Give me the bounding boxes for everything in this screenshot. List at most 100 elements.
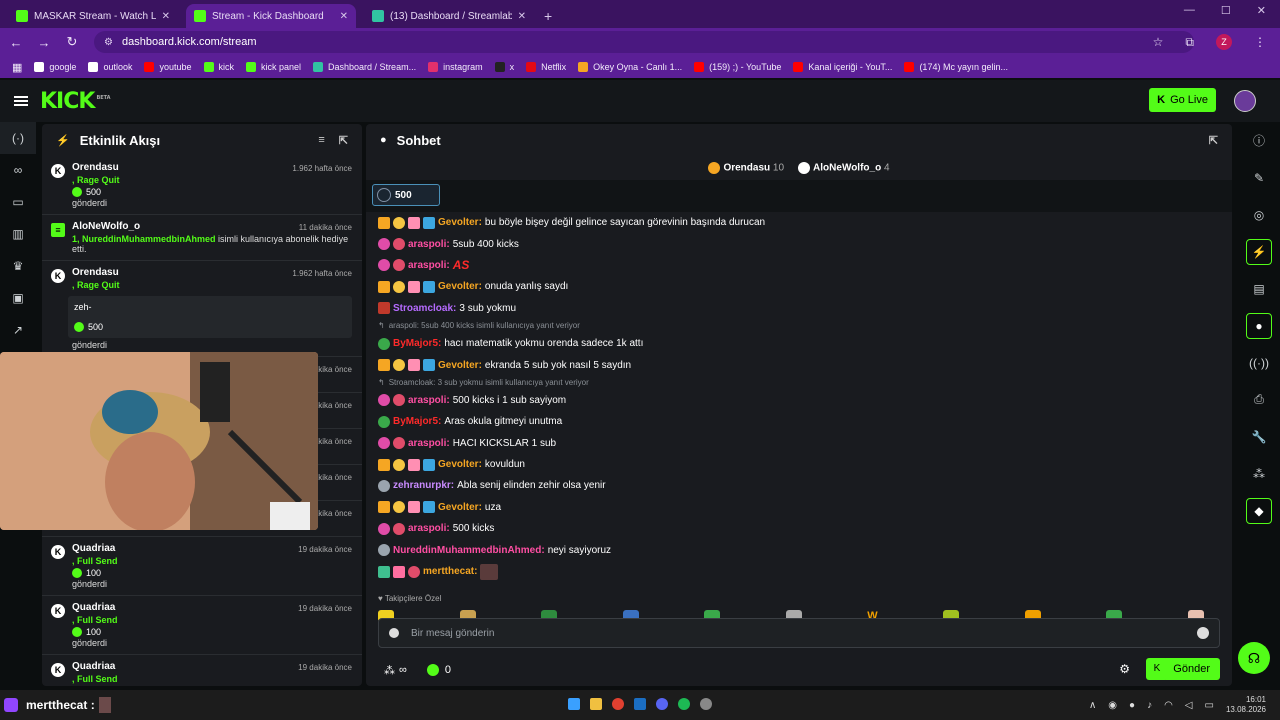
bookmark-item[interactable]: Netflix	[526, 62, 566, 72]
chat-username[interactable]: Gevolter:	[438, 360, 482, 371]
popout-icon[interactable]: ⇱	[339, 134, 348, 147]
chat-username[interactable]: araspoli:	[408, 239, 450, 250]
bookmark-item[interactable]: Dashboard / Stream...	[313, 62, 416, 72]
bookmark-item[interactable]: Kanal içeriği - YouT...	[793, 62, 892, 72]
chart-nav-icon[interactable]: ↗	[0, 314, 36, 346]
tag-toggle[interactable]: ◆	[1238, 492, 1280, 529]
start-icon[interactable]	[568, 698, 580, 710]
chat-username[interactable]: ByMajor5:	[393, 338, 441, 349]
battery-icon[interactable]: ▭	[1205, 700, 1214, 711]
volume-icon[interactable]: ◁	[1185, 700, 1193, 711]
menu-dots-icon[interactable]: ⋮	[1254, 35, 1266, 49]
popout-chat-icon[interactable]: ⇱	[1209, 134, 1218, 147]
close-tab-icon[interactable]: ✕	[518, 11, 526, 22]
printer-icon[interactable]: ⎙	[1238, 381, 1280, 418]
chat-toggle[interactable]: ●	[1238, 307, 1280, 344]
top-donor[interactable]: Orendasu 10	[708, 162, 784, 174]
steam-icon[interactable]	[634, 698, 646, 710]
browser-tab[interactable]: MASKAR Stream - Watch Live o ✕	[8, 4, 178, 28]
chat-message[interactable]: zehranurpkr: Abla senij elinden zehir ols…	[378, 475, 1218, 496]
stream-nav-icon[interactable]: (·)	[0, 122, 36, 154]
chat-settings-icon[interactable]: ⚙	[1119, 662, 1130, 676]
extensions-icon[interactable]: ⧉	[1185, 35, 1194, 50]
bookmark-star-icon[interactable]: ☆	[1153, 35, 1164, 49]
link-nav-icon[interactable]: ∞	[0, 154, 36, 186]
points-icon[interactable]: ⁂	[384, 664, 395, 677]
bookmark-item[interactable]: kick	[203, 62, 234, 72]
chat-message[interactable]: araspoli: 5sub 400 kicks	[378, 233, 1218, 254]
media-nav-icon[interactable]: ▣	[0, 282, 36, 314]
user-avatar[interactable]	[1234, 90, 1256, 112]
discord-icon[interactable]	[656, 698, 668, 710]
bookmark-item[interactable]: google	[34, 62, 76, 72]
send-button[interactable]: Gönder	[1163, 658, 1220, 680]
browser-tab[interactable]: (13) Dashboard / Streamlabs ✕	[364, 4, 534, 28]
chat-message[interactable]: araspoli: 500 kicks i 1 sub sayiyom	[378, 390, 1218, 411]
info-icon[interactable]: ⓘ	[1238, 122, 1280, 159]
wrench-icon[interactable]: 🔧	[1238, 418, 1280, 455]
capture-icon[interactable]: ◎	[1238, 196, 1280, 233]
filter-icon[interactable]: ≡	[318, 134, 324, 147]
broadcast-icon[interactable]: ((·))	[1238, 344, 1280, 381]
forward-icon[interactable]: →	[32, 35, 56, 50]
chat-message[interactable]: Gevolter: uza	[378, 497, 1218, 518]
clock[interactable]: 16:01 13.08.2026	[1226, 695, 1266, 715]
chat-username[interactable]: Gevolter:	[438, 281, 482, 292]
pinned-kicks-badge[interactable]: 500	[372, 184, 440, 206]
bookmark-item[interactable]: instagram	[428, 62, 483, 72]
new-tab-icon[interactable]: +	[544, 4, 552, 28]
spotify-icon[interactable]	[678, 698, 690, 710]
trophy-nav-icon[interactable]: ♛	[0, 250, 36, 282]
bookmark-item[interactable]: (174) Mc yayın gelin...	[904, 62, 1008, 72]
bookmark-item[interactable]: outlook	[88, 62, 132, 72]
minimize-icon[interactable]: —	[1184, 4, 1195, 17]
chat-message[interactable]: Gevolter: kovuldun	[378, 454, 1218, 475]
emoji-icon[interactable]	[1197, 627, 1209, 639]
app-tray-icon[interactable]: ●	[1129, 700, 1135, 711]
analytics-nav-icon[interactable]: ▥	[0, 218, 36, 250]
mic-icon[interactable]: ♪	[1147, 700, 1152, 711]
profile-avatar[interactable]: Z	[1216, 34, 1232, 50]
support-button[interactable]: ☊	[1238, 642, 1270, 674]
chat-message[interactable]: araspoli: AS	[378, 255, 1218, 276]
kick-logo[interactable]: KICK BETA	[40, 89, 111, 114]
chat-message[interactable]: ByMajor5: hacı matematik yokmu orenda sad…	[378, 333, 1218, 354]
chat-message[interactable]: ByMajor5: Aras okula gitmeyi unutma	[378, 411, 1218, 432]
chat-message[interactable]: Gevolter: ekranda 5 sub yok nasıl 5 saydı…	[378, 354, 1218, 375]
chat-username[interactable]: zehranurpkr:	[393, 480, 454, 491]
chat-message[interactable]: Stroamcloak: 3 sub yokmu	[378, 298, 1218, 319]
wifi-icon[interactable]: ◠	[1164, 700, 1173, 711]
chat-message[interactable]: araspoli: 500 kicks	[378, 518, 1218, 539]
edit-icon[interactable]: ✎	[1238, 159, 1280, 196]
chat-message[interactable]: NureddinMuhammedbinAhmed: neyi sayiyoruz	[378, 539, 1218, 560]
chat-input[interactable]: Bir mesaj gönderin	[378, 618, 1220, 648]
obs-icon[interactable]	[700, 698, 712, 710]
chat-message[interactable]: Gevolter: onuda yanlış saydı	[378, 276, 1218, 297]
chat-username[interactable]: Gevolter:	[438, 459, 482, 470]
steam-tray-icon[interactable]: ◉	[1108, 700, 1117, 711]
chrome-icon[interactable]	[612, 698, 624, 710]
browser-tab[interactable]: Stream - Kick Dashboard ✕	[186, 4, 356, 28]
bookmark-item[interactable]: Okey Oyna - Canlı 1...	[578, 62, 682, 72]
chat-username[interactable]: Gevolter:	[438, 502, 482, 513]
chat-username[interactable]: Stroamcloak:	[393, 303, 456, 314]
close-tab-icon[interactable]: ✕	[162, 11, 170, 22]
chat-username[interactable]: araspoli:	[408, 395, 450, 406]
close-tab-icon[interactable]: ✕	[340, 11, 348, 22]
hamburger-menu-icon[interactable]	[14, 96, 28, 106]
top-donor[interactable]: AloNeWolfo_o 4	[798, 162, 890, 174]
chat-message[interactable]: mertthecat:	[378, 561, 1218, 582]
notes-icon[interactable]: ▤	[1238, 270, 1280, 307]
apps-grid-icon[interactable]: ▦	[12, 61, 22, 74]
reload-icon[interactable]: ↻	[60, 34, 84, 50]
chat-username[interactable]: Gevolter:	[438, 217, 482, 228]
chat-username[interactable]: NureddinMuhammedbinAhmed:	[393, 545, 545, 556]
back-icon[interactable]: ←	[4, 35, 28, 50]
bookmark-item[interactable]: youtube	[144, 62, 192, 72]
maximize-icon[interactable]: ☐	[1221, 4, 1231, 17]
chat-message[interactable]: araspoli: HACI KICKSLAR 1 sub	[378, 433, 1218, 454]
go-live-button[interactable]: K Go Live	[1149, 88, 1216, 112]
chat-username[interactable]: araspoli:	[408, 523, 450, 534]
activity-toggle[interactable]: ⚡	[1238, 233, 1280, 270]
chat-username[interactable]: araspoli:	[408, 438, 450, 449]
